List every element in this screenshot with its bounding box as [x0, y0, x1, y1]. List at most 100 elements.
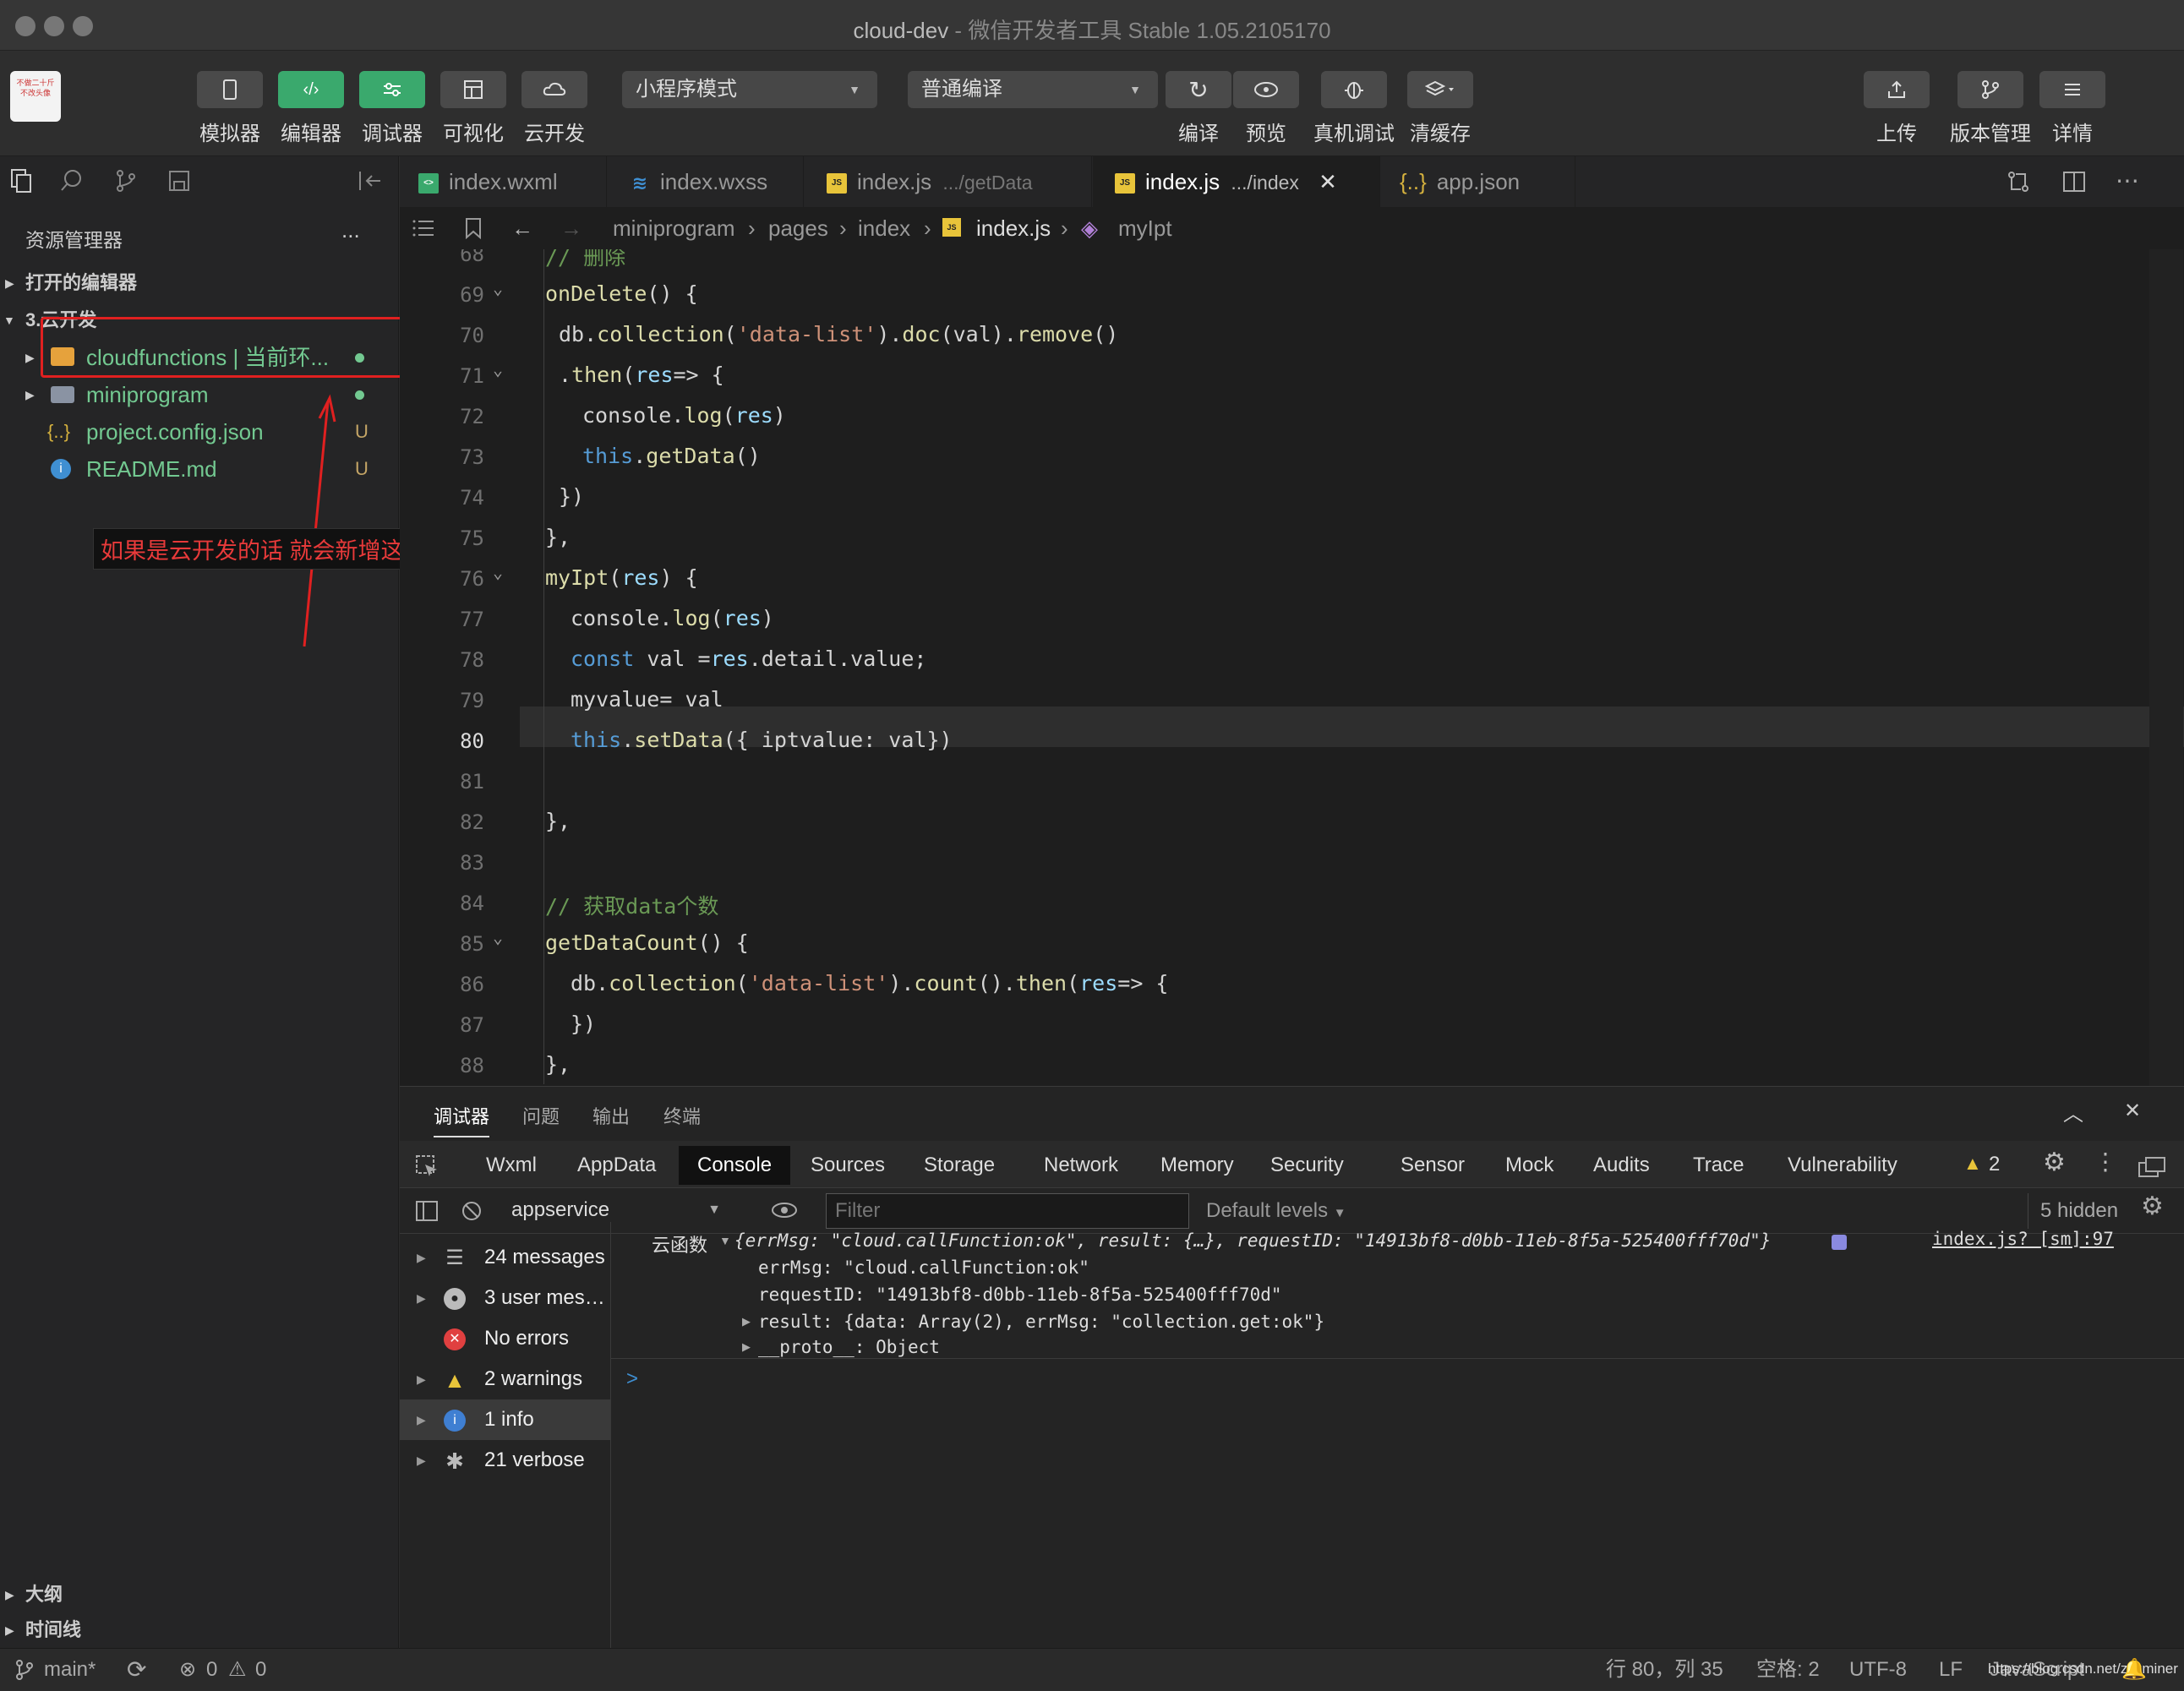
- search-icon[interactable]: [59, 168, 85, 194]
- cloud-dev-button[interactable]: 云开发: [521, 71, 588, 146]
- indentation[interactable]: 空格: 2: [1756, 1649, 1820, 1691]
- mode-select[interactable]: 小程序模式 ▼: [622, 71, 877, 108]
- devtools-tab-network[interactable]: Network: [1025, 1146, 1137, 1185]
- close-panel-icon[interactable]: ✕: [2124, 1099, 2141, 1123]
- devtools-tab-vulnerability[interactable]: Vulnerability: [1769, 1146, 1916, 1185]
- tab-index-js-index[interactable]: JS index.js .../index ✕: [1093, 156, 1380, 207]
- devtools-tab-security[interactable]: Security: [1252, 1146, 1362, 1185]
- outline-section[interactable]: ▶ 大纲: [0, 1576, 397, 1613]
- breadcrumb-file[interactable]: index.js: [976, 207, 1051, 249]
- layers-icon: [1407, 71, 1473, 108]
- warning-count[interactable]: 2: [1989, 1153, 2000, 1176]
- tab-problems[interactable]: 问题: [522, 1102, 560, 1129]
- tab-index-wxss[interactable]: ≋ index.wxss: [608, 156, 804, 207]
- settings-gear-icon[interactable]: ⚙: [2043, 1148, 2066, 1177]
- breadcrumb-index[interactable]: index: [858, 207, 910, 249]
- devtools-tab-wxml[interactable]: Wxml: [467, 1146, 555, 1185]
- scrollbar[interactable]: [2149, 249, 2183, 1086]
- code-area[interactable]: 68 // 删除 69 ⌄ onDelete() {70 db.collection('d…: [400, 249, 2184, 1086]
- forward-arrow-icon[interactable]: →: [560, 207, 582, 249]
- devtools-tab-trace[interactable]: Trace: [1674, 1146, 1762, 1185]
- group-messages[interactable]: ▶ ☰ 24 messages: [400, 1237, 611, 1278]
- undock-icon[interactable]: [2138, 1156, 2166, 1180]
- inspect-element-icon[interactable]: [415, 1154, 439, 1178]
- more-actions-icon[interactable]: ...: [341, 217, 360, 243]
- preview-button[interactable]: 预览: [1232, 71, 1300, 146]
- group-errors[interactable]: ✕ No errors: [400, 1318, 611, 1359]
- error-count[interactable]: 0: [206, 1649, 217, 1691]
- console-message[interactable]: 云函数 ▼ {errMsg: "cloud.callFunction:ok", …: [611, 1222, 2184, 1359]
- console-prompt[interactable]: >: [626, 1367, 638, 1391]
- devtools-tab-console[interactable]: Console: [679, 1146, 791, 1185]
- expand-triangle-icon[interactable]: ▶: [742, 1315, 751, 1328]
- group-verbose[interactable]: ▶ ✱ 21 verbose: [400, 1440, 611, 1481]
- fold-chevron-icon[interactable]: ⌄: [493, 562, 503, 582]
- expand-triangle-icon[interactable]: ▶: [742, 1340, 751, 1354]
- collapse-sidebar-icon[interactable]: [357, 168, 384, 194]
- tab-index-js-getdata[interactable]: JS index.js .../getData: [805, 156, 1092, 207]
- errors-icon[interactable]: ⊗: [179, 1649, 196, 1691]
- simulator-button[interactable]: 模拟器: [196, 71, 264, 146]
- save-icon[interactable]: [167, 168, 193, 194]
- devtools-tab-sensor[interactable]: Sensor: [1382, 1146, 1483, 1185]
- version-management-button[interactable]: 版本管理: [1944, 71, 2037, 146]
- clear-console-icon[interactable]: [461, 1200, 483, 1222]
- console-settings-icon[interactable]: ⚙: [2141, 1192, 2164, 1221]
- line-ending[interactable]: LF: [1939, 1649, 1963, 1691]
- devtools-tab-appdata[interactable]: AppData: [559, 1146, 674, 1185]
- compile-mode-select[interactable]: 普通编译 ▼: [908, 71, 1158, 108]
- git-branch[interactable]: main*: [44, 1649, 96, 1691]
- warning-count[interactable]: 0: [255, 1649, 266, 1691]
- group-warnings[interactable]: ▶ ▲ 2 warnings: [400, 1359, 611, 1399]
- split-editor-icon[interactable]: [2061, 169, 2087, 194]
- devtools-tab-audits[interactable]: Audits: [1575, 1146, 1668, 1185]
- encoding[interactable]: UTF-8: [1849, 1649, 1907, 1691]
- devtools-tab-sources[interactable]: Sources: [792, 1146, 904, 1185]
- back-arrow-icon[interactable]: ←: [511, 207, 533, 249]
- bookmark-icon[interactable]: [464, 217, 483, 239]
- group-user-messages[interactable]: ▶ ● 3 user mes…: [400, 1278, 611, 1318]
- warnings-icon[interactable]: ⚠: [228, 1649, 247, 1691]
- editor-button[interactable]: ‹/› 编辑器: [277, 71, 345, 146]
- tab-terminal[interactable]: 终端: [663, 1102, 701, 1129]
- tab-app-json[interactable]: {..} app.json: [1381, 156, 1575, 207]
- clear-cache-button[interactable]: 清缓存: [1406, 71, 1474, 146]
- close-tab-icon[interactable]: ✕: [1319, 169, 1337, 194]
- details-button[interactable]: 详情: [2039, 71, 2106, 146]
- sidebar-toggle-icon[interactable]: [415, 1200, 439, 1222]
- devtools-tab-mock[interactable]: Mock: [1487, 1146, 1572, 1185]
- compare-icon[interactable]: [2006, 169, 2031, 194]
- upload-button[interactable]: 上传: [1863, 71, 1930, 146]
- more-icon[interactable]: ⋯: [2116, 166, 2139, 194]
- compile-button[interactable]: ↻ 编译: [1165, 71, 1232, 146]
- chevron-up-icon[interactable]: ︿: [2063, 1097, 2083, 1126]
- source-control-icon[interactable]: [113, 168, 139, 194]
- tab-debugger[interactable]: 调试器: [434, 1102, 490, 1137]
- group-info[interactable]: ▶ i 1 info: [400, 1399, 611, 1440]
- breadcrumb-miniprogram[interactable]: miniprogram: [613, 207, 735, 249]
- breadcrumb-pages[interactable]: pages: [768, 207, 828, 249]
- fold-chevron-icon[interactable]: ⌄: [493, 927, 503, 947]
- source-link[interactable]: index.js? [sm]:97: [1932, 1229, 2114, 1249]
- sync-icon[interactable]: ⟳: [127, 1649, 146, 1691]
- visual-button[interactable]: 可视化: [440, 71, 507, 146]
- vertical-dots-icon[interactable]: ⋮: [2094, 1148, 2117, 1176]
- tab-index-wxml[interactable]: <> index.wxml: [400, 156, 607, 207]
- breadcrumb-symbol[interactable]: myIpt: [1118, 207, 1172, 249]
- expand-triangle-icon[interactable]: ▼: [719, 1234, 731, 1247]
- timeline-section[interactable]: ▶ 时间线: [0, 1612, 397, 1649]
- bell-icon[interactable]: 🔔: [2121, 1649, 2147, 1691]
- list-icon[interactable]: [412, 218, 435, 238]
- eye-icon[interactable]: [770, 1200, 799, 1220]
- cursor-position[interactable]: 行 80，列 35: [1606, 1649, 1723, 1691]
- fold-chevron-icon[interactable]: ⌄: [493, 359, 503, 379]
- devtools-tab-storage[interactable]: Storage: [905, 1146, 1013, 1185]
- tab-output[interactable]: 输出: [592, 1102, 630, 1129]
- debugger-button[interactable]: 调试器: [358, 71, 426, 146]
- remote-debug-button[interactable]: 真机调试: [1313, 71, 1395, 146]
- devtools-tab-memory[interactable]: Memory: [1142, 1146, 1253, 1185]
- fold-chevron-icon[interactable]: ⌄: [493, 278, 503, 298]
- avatar[interactable]: 不做二十斤 不改头像: [10, 71, 61, 122]
- files-icon[interactable]: [8, 168, 34, 194]
- open-editors-section[interactable]: ▶ 打开的编辑器: [0, 265, 397, 302]
